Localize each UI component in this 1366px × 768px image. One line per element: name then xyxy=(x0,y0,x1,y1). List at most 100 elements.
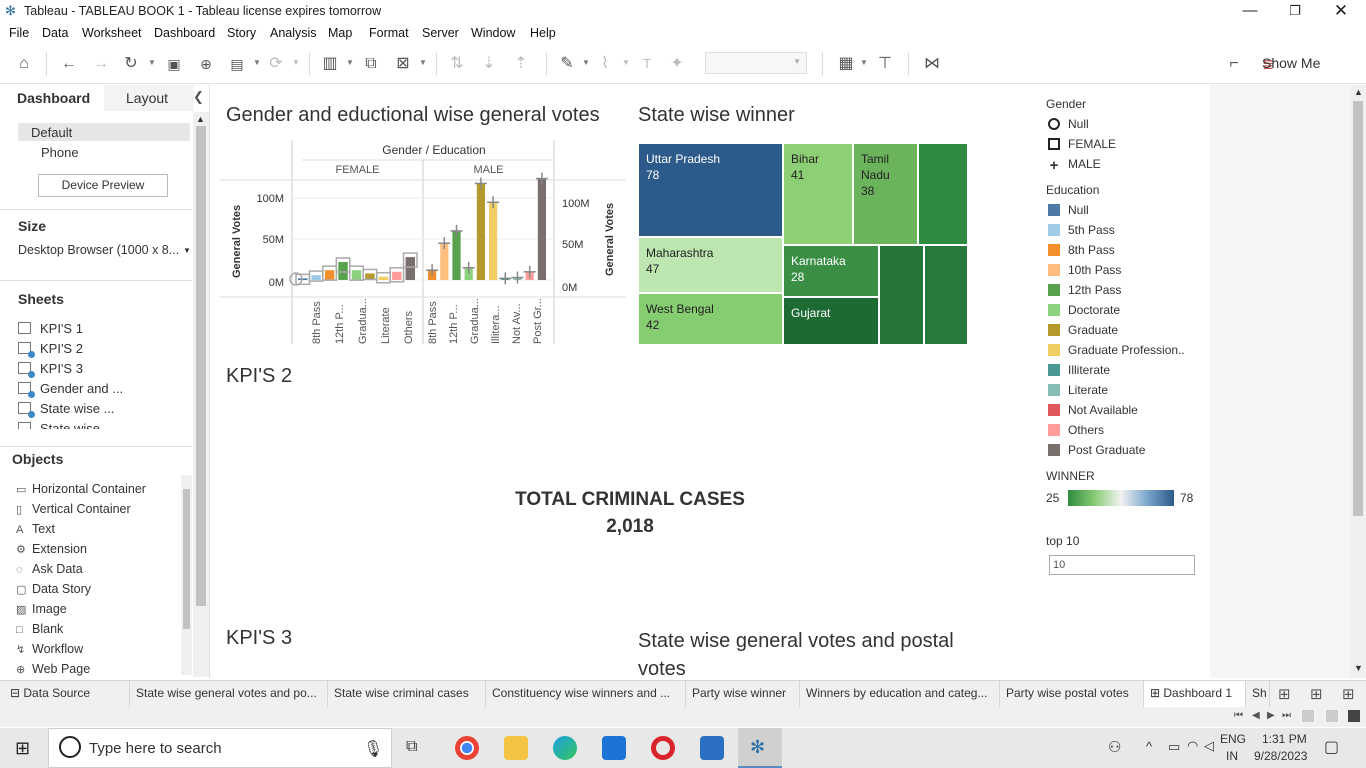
object-image[interactable]: ▨ Image xyxy=(16,602,67,616)
share-icon[interactable]: ⋈ xyxy=(921,54,943,74)
treemap-cell[interactable] xyxy=(924,245,968,345)
object-horizontal-container[interactable]: ▭ Horizontal Container xyxy=(16,482,146,496)
scroll-thumb[interactable] xyxy=(196,126,206,606)
chevron-down-icon[interactable]: ▼ xyxy=(622,58,630,67)
taskbar-search[interactable]: Type here to search 🎙 xyxy=(48,728,392,768)
legend-gender-female[interactable]: FEMALE xyxy=(1048,137,1116,151)
sheet-item[interactable]: Gender and ... xyxy=(18,381,123,398)
tab-dashboard[interactable]: Dashboard xyxy=(0,85,104,111)
menu-data[interactable]: Data xyxy=(42,26,68,40)
menu-window[interactable]: Window xyxy=(471,26,515,40)
treemap-cell[interactable] xyxy=(918,143,968,245)
file-explorer-icon[interactable] xyxy=(504,736,528,760)
chevron-down-icon[interactable]: ▼ xyxy=(292,58,300,67)
menu-help[interactable]: Help xyxy=(530,26,556,40)
last-sheet-icon[interactable]: ⏭ xyxy=(1282,710,1291,721)
legend-education-item[interactable]: Doctorate xyxy=(1048,303,1120,317)
clear-sheet-icon[interactable]: ⊠ xyxy=(392,54,414,74)
menu-dashboard[interactable]: Dashboard xyxy=(154,26,215,40)
object-blank[interactable]: □ Blank xyxy=(16,622,63,636)
menu-analysis[interactable]: Analysis xyxy=(270,26,317,40)
device-default[interactable]: Default xyxy=(31,125,72,140)
treemap-cell-west-bengal[interactable]: West Bengal 42 xyxy=(638,293,783,345)
duplicate-icon[interactable]: ⧉ xyxy=(360,54,382,74)
tab-layout[interactable]: Layout xyxy=(104,85,194,111)
menu-story[interactable]: Story xyxy=(227,26,256,40)
language-code[interactable]: ENG xyxy=(1220,732,1246,746)
object-workflow[interactable]: ↯ Workflow xyxy=(16,642,83,656)
legend-education-item[interactable]: Literate xyxy=(1048,383,1108,397)
device-preview-button[interactable]: Device Preview xyxy=(38,174,168,197)
presentation-icon[interactable]: ⊤ xyxy=(874,54,896,74)
menu-format[interactable]: Format xyxy=(369,26,409,40)
tableau-taskbar-button[interactable]: ✻ xyxy=(738,728,782,768)
highlight-icon[interactable]: ✎ xyxy=(556,54,578,74)
replace-data-icon[interactable]: ↻ xyxy=(120,54,142,74)
chevron-down-icon[interactable]: ▼ xyxy=(253,58,261,67)
sheet-item[interactable]: KPI'S 2 xyxy=(18,341,83,358)
legend-gender-male[interactable]: + MALE xyxy=(1048,157,1101,173)
mail-icon[interactable] xyxy=(602,736,626,760)
refresh-icon[interactable]: ⟳ xyxy=(265,54,287,74)
chevron-down-icon[interactable]: ▼ xyxy=(346,58,354,67)
legend-education-item[interactable]: Not Available xyxy=(1048,403,1138,417)
opera-icon[interactable] xyxy=(651,736,675,760)
chevron-down-icon[interactable]: ▼ xyxy=(860,58,868,67)
chevron-down-icon[interactable]: ▼ xyxy=(419,58,427,67)
menu-map[interactable]: Map xyxy=(328,26,352,40)
object-data-story[interactable]: ▢ Data Story xyxy=(16,582,91,596)
scroll-up-icon[interactable]: ▲ xyxy=(196,114,205,124)
sort-descending-icon[interactable]: ⇡ xyxy=(510,54,532,74)
treemap-cell-tamil-nadu[interactable]: Tamil Nadu 38 xyxy=(853,143,918,245)
object-ask-data[interactable]: ◌ Ask Data xyxy=(16,562,83,576)
clock-date[interactable]: 9/28/2023 xyxy=(1254,749,1307,763)
battery-icon[interactable]: ▭ xyxy=(1168,739,1180,755)
objects-scrollbar[interactable] xyxy=(181,475,192,675)
top10-input[interactable]: 10 xyxy=(1049,555,1195,575)
windows-start-icon[interactable]: ⊞ xyxy=(15,738,30,759)
pin-icon[interactable]: ✦ xyxy=(666,54,688,74)
tab-dashboard-1[interactable]: ⊞ Dashboard 1 xyxy=(1144,681,1246,707)
chrome-icon[interactable] xyxy=(455,736,479,760)
people-icon[interactable]: ⚇ xyxy=(1108,738,1121,756)
next-sheet-icon[interactable]: ▶ xyxy=(1267,710,1275,721)
sheet-tab[interactable]: State wise general votes and po... xyxy=(130,681,328,707)
legend-education-item[interactable]: Post Graduate xyxy=(1048,443,1145,457)
treemap-cell-uttar-pradesh[interactable]: Uttar Pradesh 78 xyxy=(638,143,783,237)
group-icon[interactable]: ⌇ xyxy=(594,54,616,74)
treemap-cell-maharashtra[interactable]: Maharashtra 47 xyxy=(638,237,783,293)
chevron-down-icon[interactable]: ▼ xyxy=(183,246,191,255)
scroll-down-icon[interactable]: ▼ xyxy=(1354,663,1363,673)
undo-icon[interactable]: ← xyxy=(58,54,80,74)
sheet-item[interactable]: State wise ... xyxy=(18,421,114,429)
device-phone[interactable]: Phone xyxy=(41,145,79,160)
sheet-item[interactable]: KPI'S 1 xyxy=(18,321,83,336)
close-button[interactable]: ✕ xyxy=(1318,0,1364,22)
new-dashboard-icon[interactable]: ⊞ xyxy=(1310,685,1323,703)
new-worksheet-icon[interactable]: ⊞ xyxy=(1278,685,1291,703)
scroll-thumb[interactable] xyxy=(183,489,190,629)
scroll-thumb[interactable] xyxy=(1353,101,1363,516)
fit-combo[interactable]: ▼ xyxy=(705,52,807,74)
sheet-item[interactable]: KPI'S 3 xyxy=(18,361,83,378)
notification-icon[interactable]: ▢ xyxy=(1324,737,1339,757)
sheet-tab[interactable]: Constituency wise winners and ... xyxy=(486,681,686,707)
prev-sheet-icon[interactable]: ◀ xyxy=(1252,710,1260,721)
chevron-down-icon[interactable]: ▼ xyxy=(148,58,156,67)
sheet-tab[interactable]: Party wise winner xyxy=(686,681,800,707)
gender-education-chart[interactable]: Gender / Education General Votes General V… xyxy=(220,138,626,348)
store-icon[interactable] xyxy=(700,736,724,760)
object-extension[interactable]: ⚙ Extension xyxy=(16,542,87,556)
clock-time[interactable]: 1:31 PM xyxy=(1262,732,1307,746)
state-winner-treemap[interactable]: Uttar Pradesh 78 Bihar 41 Tamil Nadu 38 Mah… xyxy=(638,143,968,345)
scroll-up-icon[interactable]: ▲ xyxy=(1354,87,1363,97)
legend-gender-null[interactable]: Null xyxy=(1048,117,1089,131)
format-painter-icon[interactable]: ⌐ xyxy=(1223,54,1245,74)
first-sheet-icon[interactable]: ⏮ xyxy=(1234,710,1243,721)
tabs-icon[interactable] xyxy=(1348,710,1360,722)
legend-education-item[interactable]: Illiterate xyxy=(1048,363,1110,377)
chevron-up-icon[interactable]: ^ xyxy=(1146,739,1152,754)
show-me-button[interactable]: Show Me xyxy=(1262,55,1320,71)
legend-education-item[interactable]: Others xyxy=(1048,423,1104,437)
menu-server[interactable]: Server xyxy=(422,26,459,40)
